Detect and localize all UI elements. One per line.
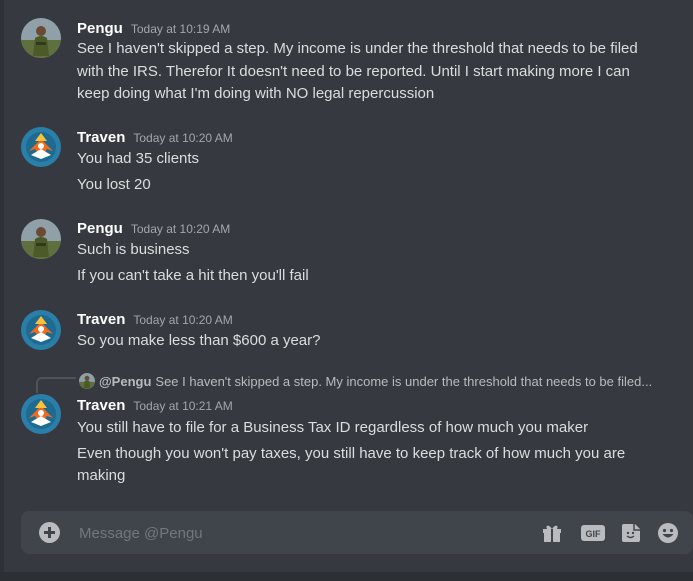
timestamp: Today at 10:21 AM	[133, 399, 233, 413]
timestamp: Today at 10:20 AM	[133, 313, 233, 327]
message-header: Pengu Today at 10:19 AM	[77, 20, 230, 40]
add-attachment-button[interactable]	[39, 522, 60, 543]
message-text: Such is business	[77, 241, 190, 258]
message-text: So you make less than $600 a year?	[77, 332, 321, 349]
username[interactable]: Traven	[77, 397, 125, 414]
username[interactable]: Pengu	[77, 20, 123, 37]
username[interactable]: Traven	[77, 129, 125, 146]
pengu-avatar[interactable]	[21, 219, 61, 259]
username[interactable]: Traven	[77, 311, 125, 328]
message-header: Traven Today at 10:20 AM	[77, 129, 233, 149]
window-bottom-edge	[0, 572, 693, 581]
message-list: Pengu Today at 10:19 AM See I haven't sk…	[0, 0, 693, 500]
gif-label: GIF	[586, 529, 602, 539]
gif-icon[interactable]: GIF	[580, 521, 605, 545]
timestamp: Today at 10:19 AM	[130, 22, 231, 36]
dm-channel: Pengu Today at 10:19 AM See I haven't sk…	[0, 0, 693, 581]
pengu-avatar	[79, 373, 95, 389]
message-text: Even though you won't pay taxes, you sti…	[77, 445, 626, 462]
message-text: You lost 20	[77, 176, 151, 193]
message-text: keep doing what I'm doing with NO legal …	[77, 85, 435, 102]
traven-avatar[interactable]	[21, 310, 61, 350]
message-header: Pengu Today at 10:20 AM	[77, 220, 230, 240]
message-header: Traven Today at 10:21 AM	[77, 397, 233, 417]
message-text: You had 35 clients	[77, 150, 200, 167]
message-text: with the IRS. Therefor It doesn't need t…	[77, 63, 630, 80]
message-composer: GIF	[21, 511, 693, 554]
username[interactable]: Pengu	[77, 220, 123, 237]
sticker-icon[interactable]	[619, 521, 643, 545]
emoji-icon[interactable]	[656, 521, 680, 545]
message-header: Traven Today at 10:20 AM	[77, 311, 233, 331]
gift-icon[interactable]	[540, 521, 564, 545]
reply-preview[interactable]: @Pengu See I haven't skipped a step. My …	[79, 372, 652, 390]
traven-avatar[interactable]	[21, 127, 61, 167]
message-text: making	[77, 467, 126, 484]
timestamp: Today at 10:20 AM	[130, 222, 231, 236]
message-text: You still have to file for a Business Ta…	[77, 419, 589, 436]
message-text: If you can't take a hit then you'll fail	[77, 267, 309, 284]
reply-snippet[interactable]: See I haven't skipped a step. My income …	[155, 374, 652, 389]
message-text: See I haven't skipped a step. My income …	[77, 40, 638, 57]
reply-author[interactable]: @Pengu	[99, 374, 151, 389]
traven-avatar[interactable]	[21, 394, 61, 434]
pengu-avatar[interactable]	[21, 18, 61, 58]
reply-connector	[36, 377, 76, 393]
timestamp: Today at 10:20 AM	[133, 131, 233, 145]
message-input[interactable]	[77, 519, 521, 548]
